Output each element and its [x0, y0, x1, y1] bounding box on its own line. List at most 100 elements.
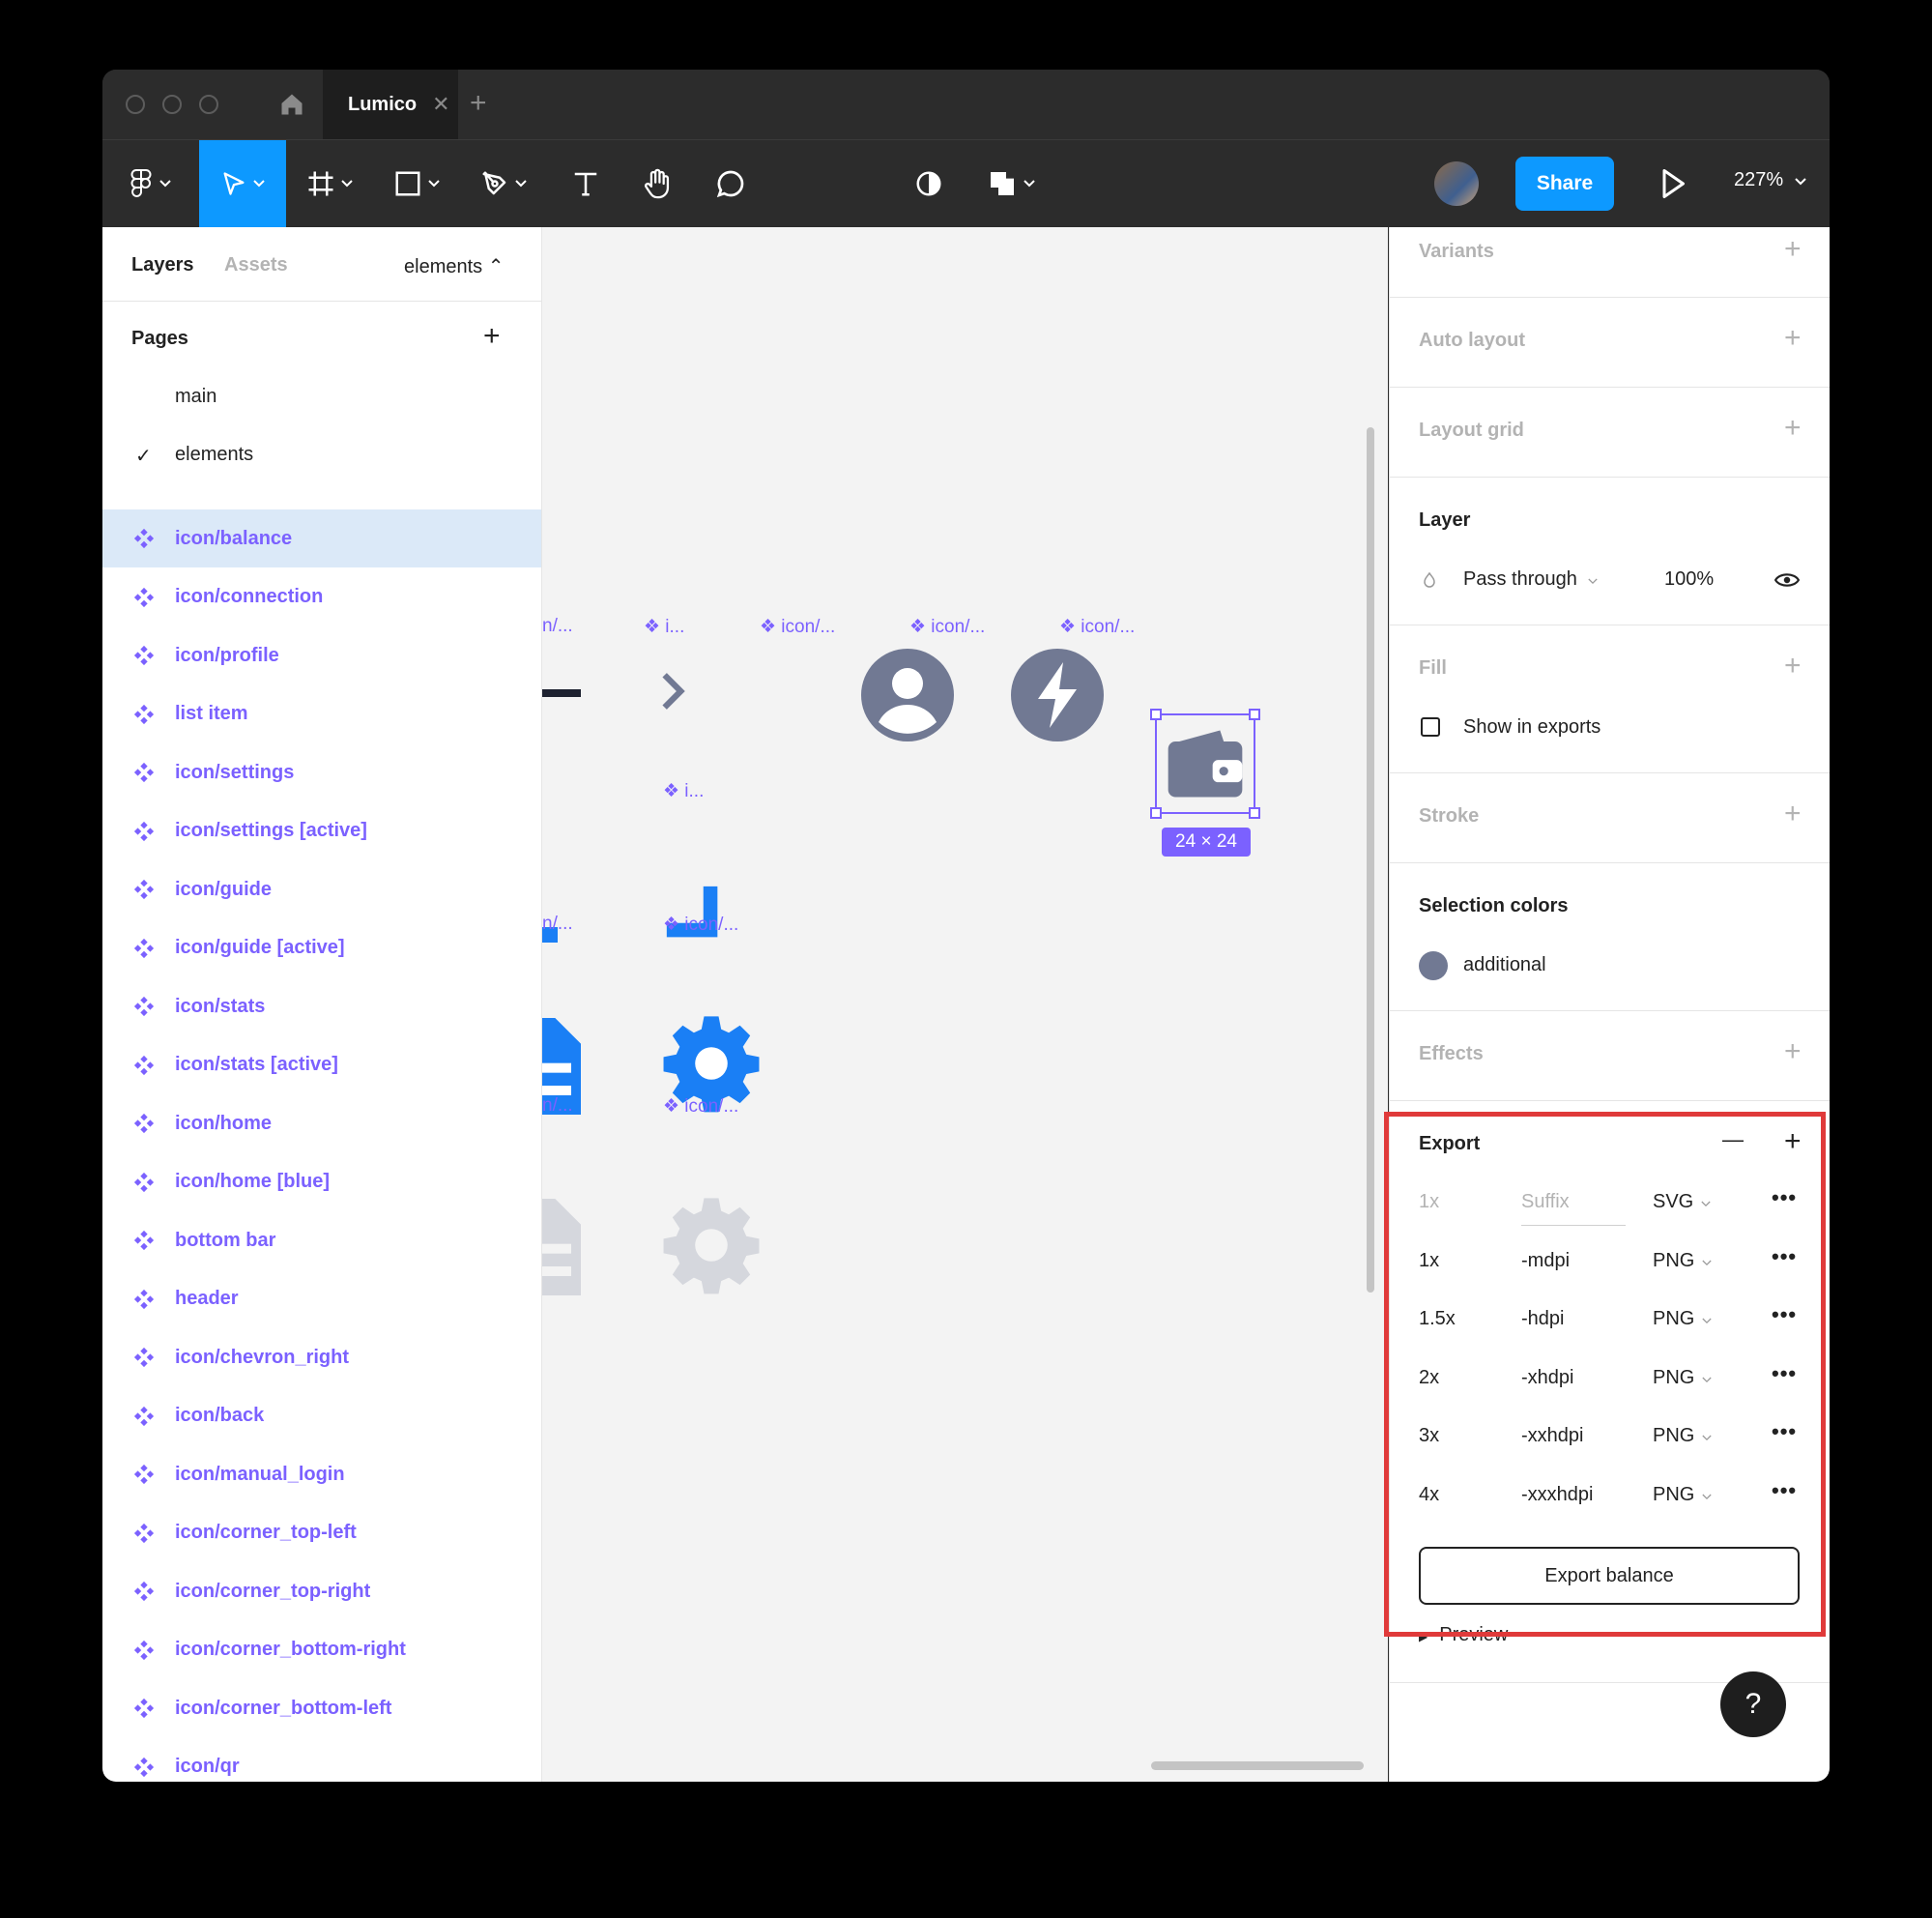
layer-item[interactable]: icon/settings: [102, 743, 541, 801]
canvas-frame-label[interactable]: ❖ icon/...: [909, 616, 985, 638]
text-tool[interactable]: [557, 140, 615, 227]
component-icon: [133, 1757, 155, 1777]
layer-item[interactable]: icon/corner_top-left: [102, 1504, 541, 1562]
layer-item[interactable]: icon/profile: [102, 626, 541, 684]
resize-handle[interactable]: [1249, 807, 1260, 819]
canvas-frame-label[interactable]: n/...: [542, 914, 573, 935]
layer-item[interactable]: icon/stats [active]: [102, 1036, 541, 1094]
layer-item[interactable]: bottom bar: [102, 1211, 541, 1269]
layer-item[interactable]: icon/balance: [102, 509, 541, 567]
guide-icon[interactable]: [542, 1196, 581, 1298]
show-in-exports-checkbox[interactable]: [1421, 717, 1440, 737]
zoom-dropdown[interactable]: 227%: [1734, 169, 1806, 191]
frame-tool[interactable]: [296, 140, 363, 227]
auto-layout-section: Auto layout +: [1390, 297, 1830, 388]
shape-tool[interactable]: [383, 140, 450, 227]
selection-box[interactable]: [1150, 709, 1260, 819]
layer-item[interactable]: icon/corner_top-right: [102, 1562, 541, 1620]
tab-layers[interactable]: Layers: [131, 254, 194, 276]
chevron-down-icon: [341, 180, 353, 188]
chevron-down-icon: [1024, 180, 1035, 188]
toolbar: Share 227%: [102, 140, 1830, 227]
help-button[interactable]: ?: [1720, 1671, 1786, 1737]
canvas-frame-label[interactable]: ❖ icon/...: [1059, 616, 1135, 638]
layer-item[interactable]: header: [102, 1270, 541, 1328]
home-icon: [281, 94, 303, 115]
canvas-frame-label[interactable]: n/...: [542, 616, 573, 637]
blend-mode-dropdown[interactable]: Pass through: [1463, 568, 1599, 591]
component-icon: [133, 1055, 155, 1075]
connection-icon[interactable]: [1011, 649, 1104, 741]
canvas-frame-label[interactable]: ❖ i...: [644, 616, 684, 638]
canvas-horizontal-scrollbar[interactable]: [1151, 1761, 1364, 1770]
resize-handle[interactable]: [1150, 807, 1162, 819]
add-variant-button[interactable]: +: [1784, 233, 1802, 266]
canvas-frame-label[interactable]: ❖ icon/...: [663, 1095, 738, 1118]
design-canvas[interactable]: n/... ❖ i... ❖ icon/... ❖ icon/... ❖ ico…: [542, 227, 1388, 1782]
layer-item[interactable]: icon/guide [active]: [102, 919, 541, 977]
add-effect-button[interactable]: +: [1784, 1035, 1802, 1068]
mask-tool[interactable]: [895, 140, 963, 227]
canvas-frame-label[interactable]: ❖ i...: [663, 780, 704, 802]
eye-icon[interactable]: [1774, 569, 1800, 591]
layer-item[interactable]: icon/qr: [102, 1738, 541, 1783]
move-tool[interactable]: [199, 140, 286, 227]
resize-handle[interactable]: [1150, 709, 1162, 720]
layer-item-label: icon/chevron_right: [175, 1346, 350, 1368]
add-auto-layout-button[interactable]: +: [1784, 322, 1802, 355]
canvas-vertical-scrollbar[interactable]: [1367, 427, 1374, 1293]
present-button[interactable]: [1658, 164, 1687, 208]
canvas-frame-label[interactable]: n/...: [542, 1095, 573, 1117]
layer-item[interactable]: icon/settings [active]: [102, 802, 541, 860]
profile-icon[interactable]: [861, 649, 954, 741]
chevron-right-icon[interactable]: [649, 664, 697, 718]
share-button[interactable]: Share: [1515, 157, 1614, 211]
user-avatar[interactable]: [1434, 161, 1479, 206]
main-menu-button[interactable]: [116, 140, 184, 227]
new-tab-button[interactable]: +: [470, 87, 487, 120]
settings-icon[interactable]: [660, 1194, 763, 1296]
layer-item[interactable]: icon/stats: [102, 977, 541, 1035]
layer-item-label: icon/corner_bottom-right: [175, 1639, 406, 1660]
hand-tool[interactable]: [629, 140, 687, 227]
layer-item[interactable]: icon/corner_bottom-right: [102, 1621, 541, 1679]
home-tab[interactable]: [257, 70, 327, 139]
close-window-button[interactable]: [126, 95, 145, 114]
component-icon: [133, 1113, 155, 1134]
component-icon: [133, 1230, 155, 1251]
selection-color-name[interactable]: additional: [1463, 954, 1546, 976]
layer-item[interactable]: icon/home [blue]: [102, 1153, 541, 1211]
layer-item[interactable]: icon/home: [102, 1094, 541, 1152]
layer-item[interactable]: icon/manual_login: [102, 1445, 541, 1503]
file-tab[interactable]: Lumico ✕: [323, 70, 458, 139]
add-fill-button[interactable]: +: [1784, 650, 1802, 683]
export-highlight-box: [1384, 1112, 1826, 1637]
color-swatch[interactable]: [1419, 951, 1448, 980]
layer-item[interactable]: icon/back: [102, 1387, 541, 1445]
tab-assets[interactable]: Assets: [224, 254, 288, 276]
layer-item[interactable]: icon/guide: [102, 860, 541, 918]
resize-handle[interactable]: [1249, 709, 1260, 720]
page-item-main[interactable]: main: [175, 386, 216, 408]
component-icon: [133, 645, 155, 666]
comment-tool[interactable]: [702, 140, 760, 227]
minus-shape-icon[interactable]: [542, 687, 581, 699]
zoom-window-button[interactable]: [199, 95, 218, 114]
layer-item-label: icon/back: [175, 1405, 265, 1426]
add-layout-grid-button[interactable]: +: [1784, 412, 1802, 445]
canvas-frame-label[interactable]: ❖ icon/...: [760, 616, 835, 638]
pen-tool[interactable]: [470, 140, 537, 227]
close-tab-icon[interactable]: ✕: [432, 92, 449, 117]
layer-item[interactable]: icon/chevron_right: [102, 1328, 541, 1386]
layer-item[interactable]: list item: [102, 685, 541, 743]
layer-item[interactable]: icon/connection: [102, 568, 541, 626]
opacity-input[interactable]: 100%: [1664, 568, 1714, 591]
page-item-elements[interactable]: elements: [175, 444, 253, 466]
boolean-tool[interactable]: [972, 140, 1050, 227]
canvas-frame-label[interactable]: ❖ icon/...: [663, 914, 738, 936]
add-page-button[interactable]: +: [483, 320, 501, 353]
add-stroke-button[interactable]: +: [1784, 798, 1802, 830]
page-selector[interactable]: elements ⌃: [404, 254, 504, 278]
minimize-window-button[interactable]: [162, 95, 182, 114]
layer-item[interactable]: icon/corner_bottom-left: [102, 1679, 541, 1737]
